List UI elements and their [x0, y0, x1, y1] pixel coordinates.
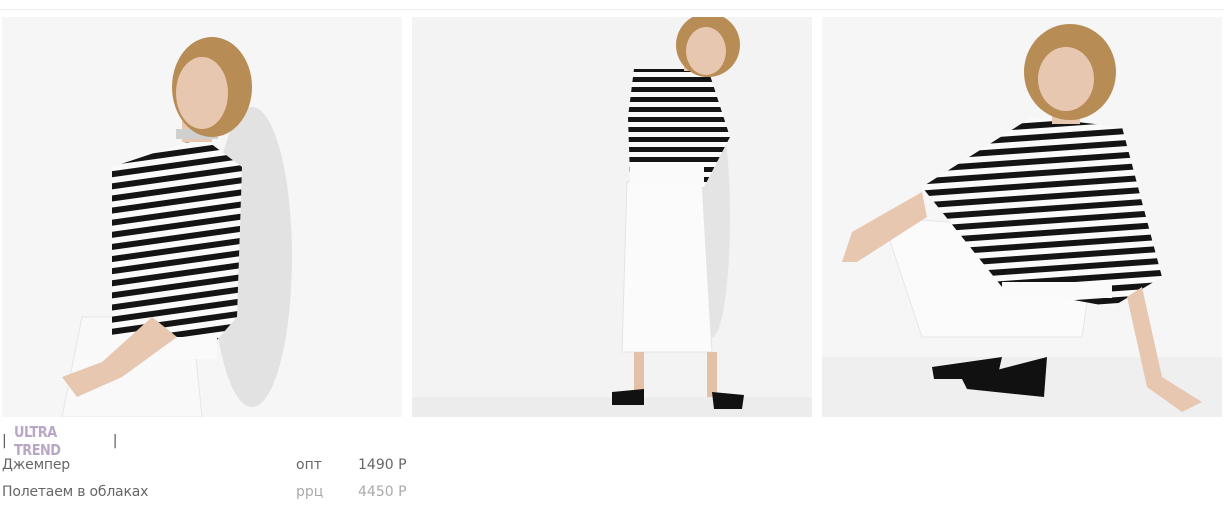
wholesale-label: опт: [296, 457, 322, 473]
product-collection-name[interactable]: Полетаем в облаках: [2, 479, 148, 506]
price-row-wholesale: Джемпер опт 1490 Р: [2, 452, 422, 479]
brand-divider-left: |: [2, 433, 7, 449]
product-photo-2[interactable]: [412, 17, 812, 417]
product-photo-1[interactable]: [2, 17, 402, 417]
product-photo-1-image: [2, 17, 402, 417]
product-photo-2-image: [412, 17, 812, 417]
retail-price: 4450 Р: [358, 484, 407, 500]
brand-row: | ULTRA TREND |: [2, 423, 422, 459]
price-row-retail: Полетаем в облаках ррц 4450 Р: [2, 479, 422, 506]
product-photo-3[interactable]: [822, 17, 1222, 417]
product-name[interactable]: Джемпер: [2, 452, 70, 479]
wholesale-price: 1490 Р: [358, 457, 407, 473]
retail-label: ррц: [296, 484, 324, 500]
top-divider: [0, 9, 1224, 10]
product-photo-3-image: [822, 17, 1222, 417]
product-info: | ULTRA TREND | Джемпер опт 1490 Р Полет…: [2, 423, 422, 506]
brand-divider-right: |: [112, 433, 118, 449]
